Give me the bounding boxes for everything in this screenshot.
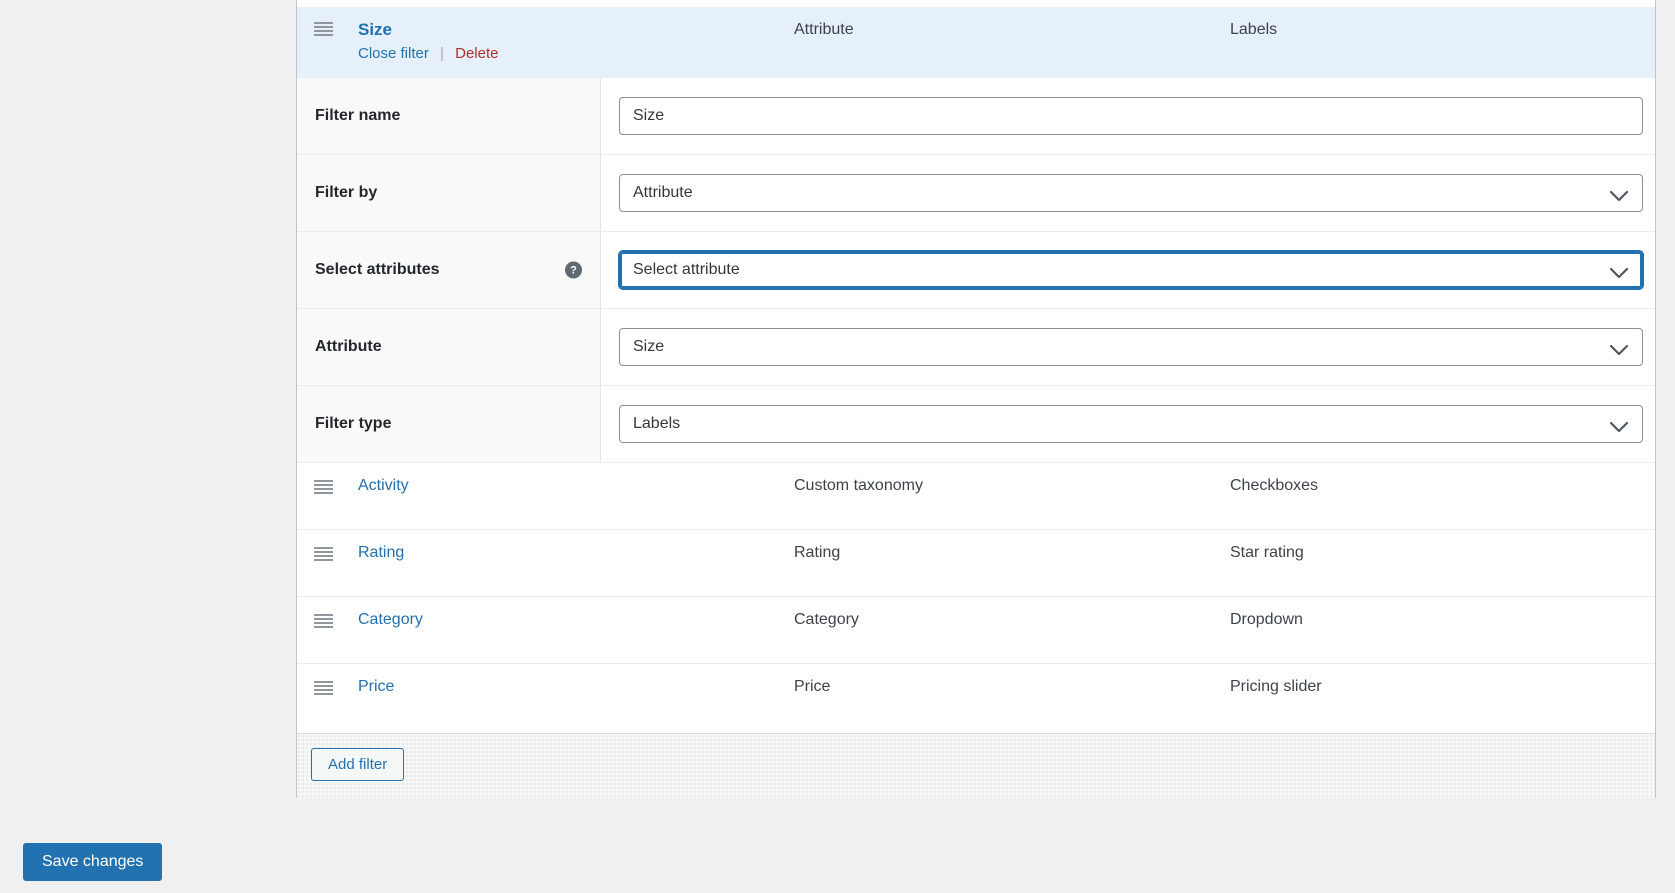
filter-by-select[interactable]: Attribute [619, 174, 1643, 212]
filter-attribute-cell: Category [794, 611, 859, 628]
chevron-down-icon [1609, 342, 1629, 356]
select-attributes-select[interactable]: Select attribute [619, 251, 1643, 289]
filter-labels-cell: Pricing slider [1230, 678, 1322, 695]
table-row-price: Price Price Pricing slider [297, 664, 1655, 731]
label-cell: Attribute [297, 309, 601, 385]
select-attributes-label: Select attributes [315, 261, 440, 278]
filter-attribute-cell: Custom taxonomy [794, 477, 923, 494]
chevron-down-icon [1609, 188, 1629, 202]
label-cell: Filter name [297, 78, 601, 154]
filters-table: Size Close filter | Delete Attribute Lab… [296, 0, 1656, 798]
filter-name-link[interactable]: Price [358, 678, 394, 696]
filter-list: Activity Custom taxonomy Checkboxes Rati… [297, 463, 1655, 731]
attribute-label: Attribute [315, 338, 382, 355]
filter-labels-cell: Checkboxes [1230, 477, 1319, 494]
close-filter-link[interactable]: Close filter [358, 45, 429, 62]
save-changes-button[interactable]: Save changes [23, 843, 163, 881]
filter-type-select[interactable]: Labels [619, 405, 1643, 443]
filter-name-link[interactable]: Activity [358, 477, 409, 495]
form-row-select-attributes: Select attributes ? Select attribute [297, 232, 1655, 309]
filter-attribute-cell: Price [794, 678, 831, 695]
drag-handle-icon[interactable] [314, 480, 333, 494]
label-cell: Filter type [297, 386, 601, 462]
column-header-labels: Labels [1230, 21, 1278, 38]
form-row-filter-name: Filter name [297, 78, 1655, 155]
chevron-down-icon [1609, 265, 1629, 279]
drag-handle-icon[interactable] [314, 22, 333, 36]
label-cell: Filter by [297, 155, 601, 231]
chevron-down-icon [1609, 419, 1629, 433]
label-cell: Select attributes ? [297, 232, 601, 308]
filter-name-input[interactable] [619, 97, 1643, 135]
select-attributes-selected-value: Select attribute [633, 261, 740, 278]
form-row-attribute: Attribute Size [297, 309, 1655, 386]
open-filter-header-row: Size Close filter | Delete Attribute Lab… [297, 7, 1655, 78]
table-footer: Add filter [297, 733, 1655, 798]
filter-by-label: Filter by [315, 184, 378, 201]
filter-labels-cell: Dropdown [1230, 611, 1303, 628]
filter-name-label: Filter name [315, 107, 401, 124]
admin-page: Size Close filter | Delete Attribute Lab… [0, 0, 1675, 893]
add-filter-button[interactable]: Add filter [311, 748, 405, 781]
form-row-filter-type: Filter type Labels [297, 386, 1655, 463]
filter-type-label: Filter type [315, 415, 392, 432]
drag-handle-icon[interactable] [314, 614, 333, 628]
table-row-activity: Activity Custom taxonomy Checkboxes [297, 463, 1655, 530]
action-separator: | [440, 45, 444, 62]
filter-labels-cell: Star rating [1230, 544, 1304, 561]
drag-handle-icon[interactable] [314, 547, 333, 561]
table-row-category: Category Category Dropdown [297, 597, 1655, 664]
filter-settings-form: Filter name Filter by Attribute Select a… [297, 78, 1655, 463]
filter-type-selected-value: Labels [633, 415, 681, 432]
filter-attribute-cell: Rating [794, 544, 841, 561]
help-icon[interactable]: ? [565, 261, 582, 279]
filter-name-link[interactable]: Category [358, 611, 423, 629]
filter-by-selected-value: Attribute [633, 184, 693, 201]
filter-title-link[interactable]: Size [358, 20, 392, 40]
form-row-filter-by: Filter by Attribute [297, 155, 1655, 232]
attribute-selected-value: Size [633, 338, 665, 355]
filter-name-link[interactable]: Rating [358, 544, 404, 562]
column-header-attribute: Attribute [794, 21, 854, 38]
delete-filter-link[interactable]: Delete [455, 45, 498, 62]
attribute-select[interactable]: Size [619, 328, 1643, 366]
row-actions: Close filter | Delete [358, 45, 498, 62]
table-row-rating: Rating Rating Star rating [297, 530, 1655, 597]
drag-handle-icon[interactable] [314, 681, 333, 695]
